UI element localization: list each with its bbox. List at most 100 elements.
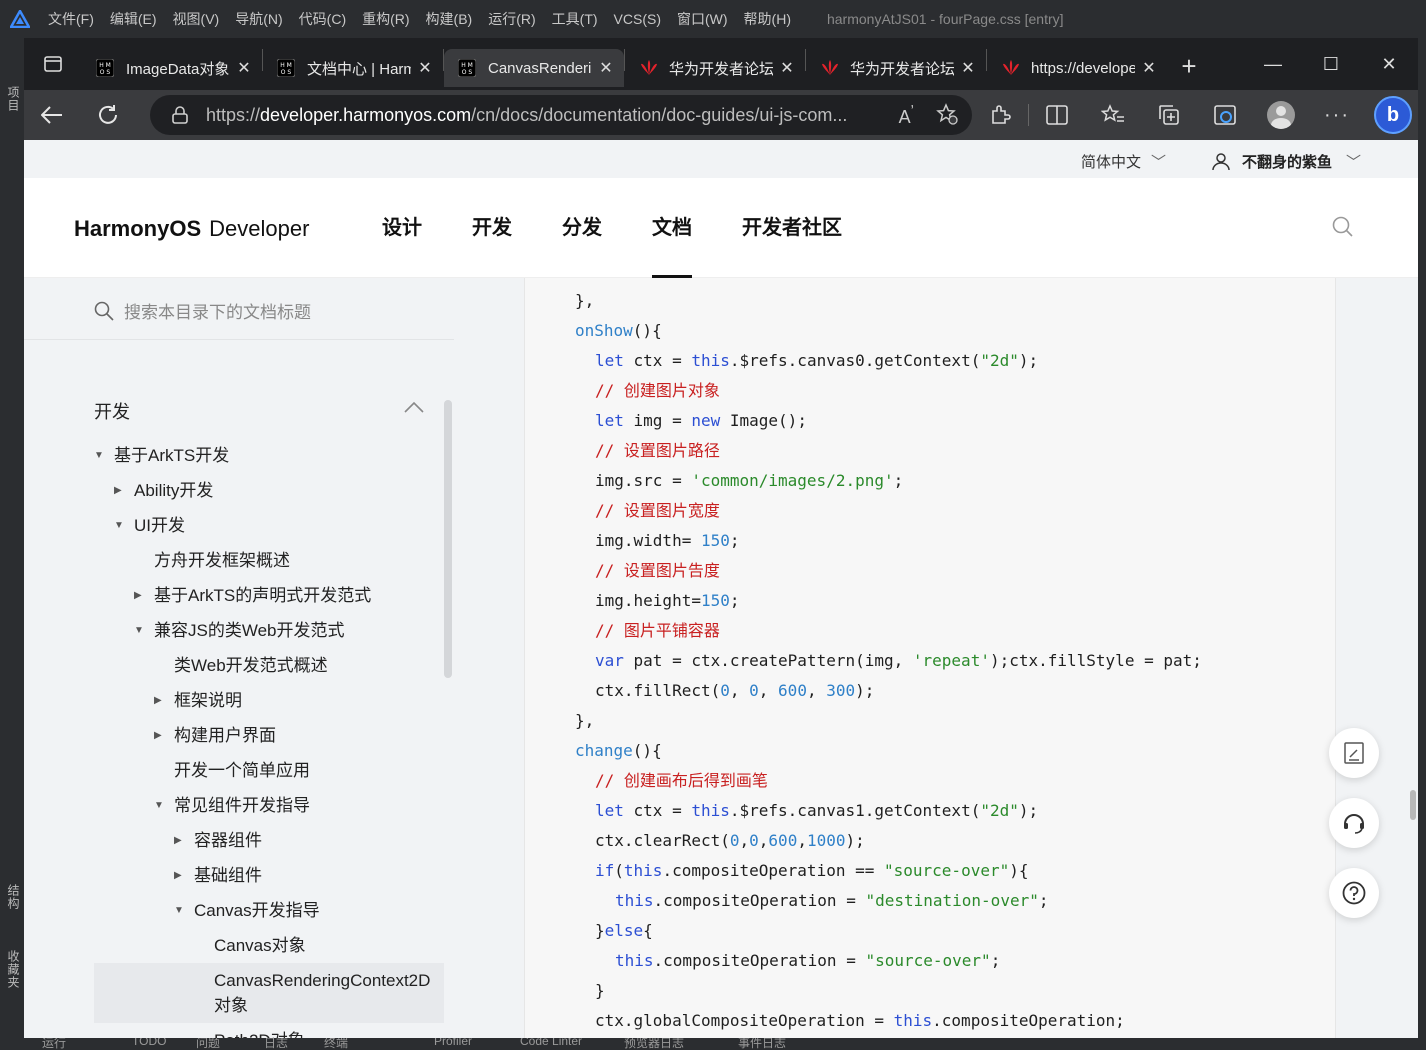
language-selector[interactable]: 简体中文 ﹀ xyxy=(1081,151,1166,172)
ide-menu-item[interactable]: 代码(C) xyxy=(291,0,354,38)
close-tab-icon[interactable]: ✕ xyxy=(236,58,252,78)
sidebar-scrollbar[interactable] xyxy=(444,400,452,678)
caret-down-icon[interactable]: ▼ xyxy=(174,893,186,928)
ide-bottom-tab[interactable]: 事件日志 xyxy=(738,1038,786,1050)
doc-tree-item[interactable]: ▼ Canvas开发指导 xyxy=(94,893,444,928)
ide-menu-item[interactable]: 视图(V) xyxy=(165,0,228,38)
ide-menu-item[interactable]: 运行(R) xyxy=(480,0,543,38)
doc-tree-item[interactable]: 方舟开发框架概述 xyxy=(94,543,444,578)
ide-bottom-tab[interactable]: 终端 xyxy=(324,1038,348,1050)
help-button[interactable] xyxy=(1329,868,1379,918)
lock-icon[interactable] xyxy=(172,106,188,124)
doc-tree-item[interactable]: ▼ 基于ArkTS开发 xyxy=(94,438,444,473)
maximize-icon[interactable]: ☐ xyxy=(1302,38,1360,90)
profile-button[interactable] xyxy=(1253,101,1309,129)
main-nav-item[interactable]: 分发 xyxy=(562,178,602,278)
ide-structure-tab[interactable]: 结构 xyxy=(5,884,22,910)
doc-tree-item[interactable]: ▶ 构建用户界面 xyxy=(94,718,444,753)
ide-menu-item[interactable]: 构建(B) xyxy=(418,0,481,38)
ide-menu-item[interactable]: VCS(S) xyxy=(606,0,669,38)
feedback-button[interactable] xyxy=(1329,728,1379,778)
main-nav-item[interactable]: 开发者社区 xyxy=(742,178,842,278)
caret-down-icon[interactable]: ▼ xyxy=(134,613,146,648)
browser-tab[interactable]: https://developer ✕ xyxy=(987,49,1167,87)
sidebar-section-title[interactable]: 开发 xyxy=(94,398,130,424)
doc-tree-item[interactable]: 类Web开发范式概述 xyxy=(94,648,444,683)
ide-bottom-tab[interactable]: 预览器日志 xyxy=(624,1038,684,1050)
doc-tree-item[interactable]: ▶ 框架说明 xyxy=(94,683,444,718)
ide-bottom-tab[interactable]: 运行 xyxy=(42,1038,66,1050)
ide-menu-item[interactable]: 文件(F) xyxy=(40,0,102,38)
back-button[interactable] xyxy=(24,90,80,140)
doc-tree-item[interactable]: ▶ 容器组件 xyxy=(94,823,444,858)
page-scrollbar[interactable] xyxy=(1410,790,1416,820)
caret-right-icon[interactable]: ▶ xyxy=(174,858,186,893)
close-tab-icon[interactable]: ✕ xyxy=(598,58,614,78)
more-options-icon[interactable]: ··· xyxy=(1309,104,1365,127)
browser-tab[interactable]: H MO S ImageData对象 ✕ xyxy=(82,49,262,87)
doc-tree-item[interactable]: ▶ 基础组件 xyxy=(94,858,444,893)
tab-actions-button[interactable] xyxy=(24,38,82,90)
ide-project-tab[interactable]: 项目 xyxy=(5,86,22,112)
extensions-icon[interactable] xyxy=(972,104,1028,126)
caret-down-icon[interactable]: ▼ xyxy=(94,438,106,473)
main-nav-item[interactable]: 开发 xyxy=(472,178,512,278)
close-tab-icon[interactable]: ✕ xyxy=(960,58,976,78)
site-search-button[interactable] xyxy=(1332,216,1354,243)
main-nav-item[interactable]: 设计 xyxy=(382,178,422,278)
new-tab-button[interactable]: + xyxy=(1167,51,1211,82)
customer-service-button[interactable] xyxy=(1329,798,1379,848)
ide-favorites-tab[interactable]: 收藏夹 xyxy=(5,950,22,989)
ide-bottom-tab[interactable]: Code Linter xyxy=(520,1038,582,1048)
caret-right-icon[interactable]: ▶ xyxy=(154,718,166,753)
ide-menu-item[interactable]: 工具(T) xyxy=(544,0,606,38)
edge-ie-mode-icon[interactable] xyxy=(1197,104,1253,126)
browser-tab[interactable]: H MO S CanvasRendering ✕ xyxy=(444,49,624,87)
close-tab-icon[interactable]: ✕ xyxy=(417,58,433,78)
close-tab-icon[interactable]: ✕ xyxy=(1141,58,1157,78)
doc-tree-item[interactable]: ▶ 基于ArkTS的声明式开发范式 xyxy=(94,578,444,613)
main-nav-item[interactable]: 文档 xyxy=(652,178,692,278)
refresh-button[interactable] xyxy=(80,90,136,140)
doc-tree-item[interactable]: ▼ 兼容JS的类Web开发范式 xyxy=(94,613,444,648)
caret-down-icon[interactable]: ▼ xyxy=(154,788,166,823)
doc-tree-item[interactable]: ▶ Ability开发 xyxy=(94,473,444,508)
ide-menu-item[interactable]: 重构(R) xyxy=(354,0,417,38)
caret-right-icon[interactable]: ▶ xyxy=(174,823,186,858)
read-aloud-icon[interactable]: Aʼ xyxy=(899,103,914,128)
ide-bottom-tab[interactable]: Profiler xyxy=(434,1038,472,1048)
close-tab-icon[interactable]: ✕ xyxy=(779,58,795,78)
add-favorite-icon[interactable] xyxy=(936,103,958,125)
browser-tab[interactable]: 华为开发者论坛 ✕ xyxy=(806,49,986,87)
collections-icon[interactable] xyxy=(1141,104,1197,126)
chevron-up-icon[interactable] xyxy=(404,400,424,418)
caret-right-icon[interactable]: ▶ xyxy=(134,578,146,613)
ide-menu-item[interactable]: 窗口(W) xyxy=(669,0,736,38)
doc-tree-item[interactable]: ▼ UI开发 xyxy=(94,508,444,543)
ide-menu-item[interactable]: 帮助(H) xyxy=(736,0,799,38)
minimize-icon[interactable]: — xyxy=(1244,38,1302,90)
ide-bottom-tab[interactable]: 日志 xyxy=(264,1038,288,1050)
caret-down-icon[interactable]: ▼ xyxy=(114,508,126,543)
browser-tab[interactable]: 华为开发者论坛 ✕ xyxy=(625,49,805,87)
user-menu[interactable]: 不翻身的紫鱼 ﹀ xyxy=(1212,151,1361,172)
split-screen-icon[interactable] xyxy=(1029,105,1085,125)
doc-tree-item[interactable]: CanvasRenderingContext2D对象 xyxy=(94,963,444,1023)
favorites-icon[interactable] xyxy=(1085,104,1141,126)
browser-tab[interactable]: H MO S 文档中心 | HarmonyOS ✕ xyxy=(263,49,443,87)
ide-bottom-tab[interactable]: 问题 xyxy=(196,1038,220,1050)
ide-bottom-tab[interactable]: TODO xyxy=(132,1038,166,1048)
ide-menu-item[interactable]: 导航(N) xyxy=(227,0,290,38)
doc-tree-item[interactable]: 开发一个简单应用 xyxy=(94,753,444,788)
doc-tree-item[interactable]: Path2D对象 xyxy=(94,1023,444,1038)
close-window-icon[interactable]: ✕ xyxy=(1360,38,1418,90)
ide-menu-item[interactable]: 编辑(E) xyxy=(102,0,165,38)
harmonyos-developer-logo[interactable]: HarmonyOS Developer xyxy=(74,216,309,242)
doc-tree-item[interactable]: Canvas对象 xyxy=(94,928,444,963)
sidebar-search[interactable]: 搜索本目录下的文档标题 xyxy=(94,298,311,323)
doc-tree-item[interactable]: ▼ 常见组件开发指导 xyxy=(94,788,444,823)
bing-chat-button[interactable]: b xyxy=(1365,96,1418,134)
address-bar[interactable]: https://developer.harmonyos.com/cn/docs/… xyxy=(150,95,972,135)
caret-right-icon[interactable]: ▶ xyxy=(154,683,166,718)
caret-right-icon[interactable]: ▶ xyxy=(114,473,126,508)
